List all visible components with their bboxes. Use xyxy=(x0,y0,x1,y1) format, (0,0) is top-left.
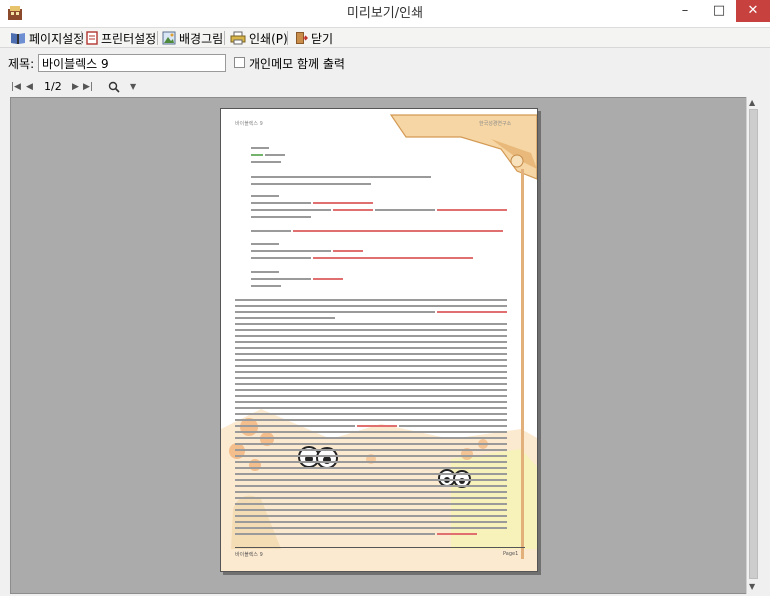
toolbar-separator xyxy=(224,31,225,45)
maximize-button[interactable]: □ xyxy=(702,0,736,22)
page-setup-label: 페이지설정 xyxy=(29,31,85,46)
background-image-label: 배경그림 xyxy=(179,31,224,46)
toolbar-separator xyxy=(157,31,158,45)
last-page-icon[interactable]: ▶| xyxy=(83,80,93,94)
page-setup-button[interactable]: 페이지설정 xyxy=(10,29,84,47)
footer-rule xyxy=(235,547,525,548)
memo-checkbox[interactable] xyxy=(234,57,245,68)
zoom-icon[interactable] xyxy=(108,81,120,93)
printer-setup-label: 프린터설정 xyxy=(101,31,157,46)
scroll-down-icon[interactable]: ▼ xyxy=(749,582,755,591)
printer-setup-button[interactable]: 프린터설정 xyxy=(86,29,156,47)
minimize-button[interactable]: – xyxy=(668,0,702,22)
window-title: 미리보기/인쇄 xyxy=(346,6,424,21)
title-input[interactable] xyxy=(38,54,226,72)
page-indicator: 1/2 xyxy=(44,80,62,93)
exit-door-icon xyxy=(296,32,308,44)
print-label: 인쇄(P) xyxy=(249,31,288,46)
memo-checkbox-label: 개인메모 함께 출력 xyxy=(249,57,345,71)
page-header-left: 바이블렉스 9 xyxy=(235,121,263,127)
page-navigation: |◀ ◀ 1/2 ▶ ▶| ▼ xyxy=(0,77,770,97)
title-bar: 미리보기/인쇄 – □ ✕ xyxy=(0,0,770,28)
print-button[interactable]: 인쇄(P) xyxy=(230,29,288,47)
first-page-icon[interactable]: |◀ xyxy=(11,80,21,94)
book-icon xyxy=(11,33,25,44)
close-window-button[interactable]: ✕ xyxy=(736,0,770,22)
document-icon xyxy=(86,31,98,45)
zoom-dropdown-icon[interactable]: ▼ xyxy=(130,80,136,94)
page-footer-left: 바이블렉스 9 xyxy=(235,552,263,558)
picture-icon xyxy=(162,31,176,45)
close-button[interactable]: 닫기 xyxy=(294,29,333,47)
title-row: 제목: 개인메모 함께 출력 xyxy=(0,49,770,77)
title-label: 제목: xyxy=(8,57,35,71)
page-header-right: 한국성경연구소 xyxy=(479,121,512,127)
close-label: 닫기 xyxy=(311,31,334,46)
scroll-thumb[interactable] xyxy=(749,109,758,579)
next-page-icon[interactable]: ▶ xyxy=(72,80,79,94)
toolbar-separator xyxy=(81,31,82,45)
vertical-scrollbar[interactable]: ▲ ▼ xyxy=(746,97,760,594)
page-footer-right: Page1 xyxy=(503,551,519,557)
printer-icon xyxy=(230,31,246,45)
previous-page-icon[interactable]: ◀ xyxy=(26,80,33,94)
scroll-up-icon[interactable]: ▲ xyxy=(749,98,755,107)
page-preview: 바이블렉스 9 한국성경연구소 바이블렉스 9 Page1 xyxy=(220,108,538,572)
background-image-button[interactable]: 배경그림 xyxy=(162,29,223,47)
toolbar-separator xyxy=(287,31,288,45)
toolbar: 페이지설정 프린터설정 배경그림 인쇄(P) 닫기 xyxy=(0,28,770,48)
